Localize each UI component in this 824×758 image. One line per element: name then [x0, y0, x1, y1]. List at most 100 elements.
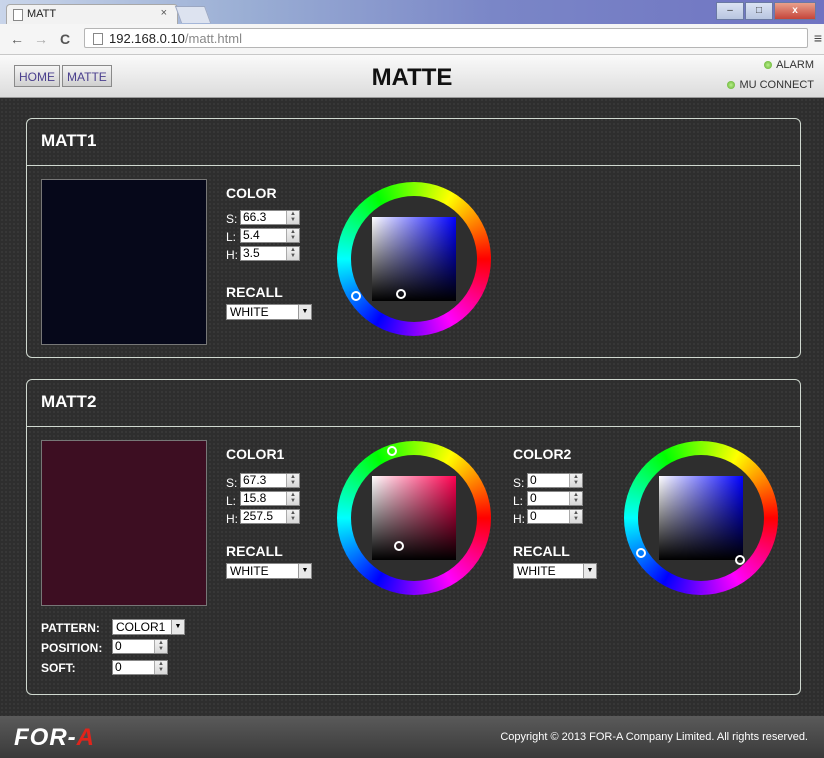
matt1-recall-label: RECALL [226, 284, 283, 300]
matt2-color1-sl-handle[interactable] [394, 541, 404, 551]
browser-tab-bar: MATT × – □ x [0, 0, 824, 24]
matt2-color1-hue-handle[interactable] [387, 446, 397, 456]
spinner-arrows-icon[interactable]: ▲ ▼ [286, 211, 299, 224]
alarm-status: ALARM [764, 59, 814, 71]
pattern-select[interactable]: COLOR1 ▼ [112, 619, 185, 635]
url-path: /matt.html [184, 31, 242, 46]
matt1-l-label: L: [226, 230, 237, 244]
soft-label: SOFT: [41, 661, 76, 675]
matt2-color1-hue-input[interactable]: 257.5 ▲ ▼ [240, 509, 300, 524]
matt2-color2-hue-input[interactable]: 0 ▲ ▼ [527, 509, 583, 524]
pattern-label: PATTERN: [41, 621, 100, 635]
page-title: MATTE [371, 64, 453, 91]
matt2-color2-lightness-input[interactable]: 0 ▲ ▼ [527, 491, 583, 506]
spinner-arrows-icon[interactable]: ▲ ▼ [154, 661, 167, 674]
tab-title: MATT [27, 8, 57, 20]
matt2-color2-hue-handle[interactable] [636, 548, 646, 558]
matt2-color2-s-value: 0 [530, 473, 537, 487]
soft-input[interactable]: 0 ▲ ▼ [112, 660, 168, 675]
position-input[interactable]: 0 ▲ ▼ [112, 639, 168, 654]
main-content: MATT1 COLOR S: 66.3 ▲ ▼ L: 5.4 ▲ ▼ H: 3.5 ▲ ▼ … [0, 98, 824, 716]
spinner-arrows-icon[interactable]: ▲ ▼ [569, 474, 582, 487]
matt2-color2-h-value: 0 [530, 509, 537, 523]
mu-connect-label: MU CONNECT [739, 79, 814, 91]
matt2-color1-l-value: 15.8 [243, 491, 267, 505]
matt2-color1-recall-select[interactable]: WHITE ▼ [226, 563, 312, 579]
matt2-color2-recall-select[interactable]: WHITE ▼ [513, 563, 597, 579]
matt2-color2-saturation-input[interactable]: 0 ▲ ▼ [527, 473, 583, 488]
matt2-panel: MATT2 COLOR1 S: 67.3 ▲ ▼ L: 15.8 ▲ ▼ H: 257.… [26, 379, 801, 695]
back-button[interactable]: ← [10, 31, 24, 47]
for-a-logo: FOR-A [14, 724, 95, 752]
matt1-l-value: 5.4 [243, 228, 260, 242]
address-bar[interactable]: 192.168.0.10/matt.html [84, 28, 808, 48]
matt1-hue-handle[interactable] [351, 291, 361, 301]
reload-button[interactable]: C [60, 31, 70, 47]
matt1-sl-handle[interactable] [396, 289, 406, 299]
matt2-color2-s-label: S: [513, 476, 525, 490]
mu-connect-led-icon [727, 81, 736, 89]
chevron-down-icon: ▼ [171, 620, 184, 634]
matt2-color1-saturation-input[interactable]: 67.3 ▲ ▼ [240, 473, 300, 488]
chevron-down-icon: ▼ [298, 564, 311, 578]
matt2-color-preview [41, 440, 207, 606]
matt1-recall-select[interactable]: WHITE ▼ [226, 304, 312, 320]
matt1-lightness-input[interactable]: 5.4 ▲ ▼ [240, 228, 300, 243]
matt1-recall-value: WHITE [230, 305, 269, 319]
close-window-button[interactable]: x [774, 2, 816, 20]
spinner-arrows-icon[interactable]: ▲ ▼ [286, 492, 299, 505]
matt2-color1-s-label: S: [226, 476, 238, 490]
spinner-arrows-icon[interactable]: ▲ ▼ [286, 510, 299, 523]
position-label: POSITION: [41, 641, 103, 655]
matt2-color2-recall-value: WHITE [517, 564, 556, 578]
matt2-color1-sl-square[interactable] [372, 476, 456, 560]
matt1-hue-input[interactable]: 3.5 ▲ ▼ [240, 246, 300, 261]
matt2-color2-h-label: H: [513, 512, 525, 526]
tab-close-icon[interactable]: × [161, 7, 167, 19]
minimize-button[interactable]: – [716, 2, 744, 20]
matt1-h-label: H: [226, 248, 238, 262]
spinner-arrows-icon[interactable]: ▲ ▼ [286, 474, 299, 487]
matt1-color-preview [41, 179, 207, 345]
matt1-h-value: 3.5 [243, 246, 260, 260]
matt1-s-value: 66.3 [243, 210, 267, 224]
chevron-down-icon: ▼ [583, 564, 596, 578]
matt2-color1-h-value: 257.5 [243, 509, 274, 523]
matt1-sl-square[interactable] [372, 217, 456, 301]
matt2-color2-sl-handle[interactable] [735, 555, 745, 565]
browser-toolbar: ← → C 192.168.0.10/matt.html ≡ [0, 24, 824, 55]
mu-connect-status: MU CONNECT [727, 79, 814, 91]
matt1-hue-wheel[interactable] [337, 182, 491, 336]
logo-text: FOR- [14, 724, 77, 751]
spinner-arrows-icon[interactable]: ▲ ▼ [286, 229, 299, 242]
divider [27, 165, 800, 166]
spinner-arrows-icon[interactable]: ▲ ▼ [569, 492, 582, 505]
matt2-color1-recall-value: WHITE [230, 564, 269, 578]
logo-accent: A [76, 724, 95, 751]
browser-menu-icon[interactable]: ≡ [814, 30, 822, 46]
matt1-title: MATT1 [41, 131, 97, 150]
spinner-arrows-icon[interactable]: ▲ ▼ [286, 247, 299, 260]
matt2-color1-hue-wheel[interactable] [337, 441, 491, 595]
spinner-arrows-icon[interactable]: ▲ ▼ [154, 640, 167, 653]
matt2-color1-lightness-input[interactable]: 15.8 ▲ ▼ [240, 491, 300, 506]
matt1-panel: MATT1 COLOR S: 66.3 ▲ ▼ L: 5.4 ▲ ▼ H: 3.5 ▲ ▼ … [26, 118, 801, 358]
browser-tab[interactable]: MATT × [6, 4, 178, 24]
matt1-saturation-input[interactable]: 66.3 ▲ ▼ [240, 210, 300, 225]
matt2-color2-hue-wheel[interactable] [624, 441, 778, 595]
matt2-color2-l-value: 0 [530, 491, 537, 505]
app-header: HOME MATTE MATTE ALARM MU CONNECT [0, 55, 824, 98]
maximize-button[interactable]: □ [745, 2, 773, 20]
soft-value: 0 [115, 660, 122, 674]
page-icon [93, 33, 103, 45]
page-icon [13, 9, 23, 21]
window-controls: – □ x [716, 2, 816, 20]
forward-button[interactable]: → [34, 31, 48, 47]
new-tab-button[interactable] [174, 6, 212, 23]
alarm-led-icon [764, 61, 773, 69]
matt2-color1-s-value: 67.3 [243, 473, 267, 487]
spinner-arrows-icon[interactable]: ▲ ▼ [569, 510, 582, 523]
matt2-color2-sl-square[interactable] [659, 476, 743, 560]
matt1-color-label: COLOR [226, 185, 277, 201]
matt2-color1-label: COLOR1 [226, 446, 285, 462]
